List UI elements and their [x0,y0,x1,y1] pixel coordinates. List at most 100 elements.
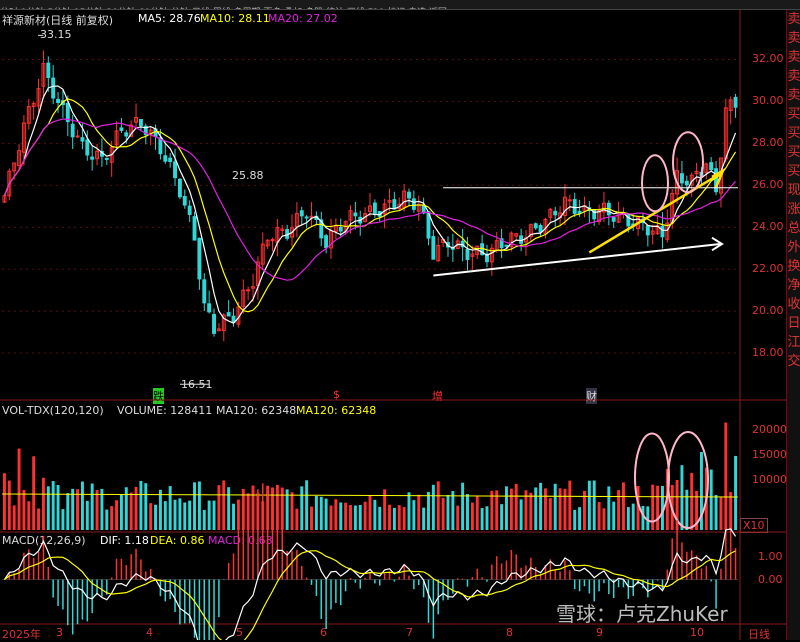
volume-bar [129,492,133,530]
volume-bar [344,502,348,530]
volume-bar [168,486,172,530]
volume-bar [714,495,718,530]
volume-bar [295,508,299,530]
volume-bar [173,499,177,530]
volume-bar [592,480,596,530]
sidebar-item[interactable]: 交 [787,352,800,371]
sidebar-item[interactable]: 涨 [787,200,800,219]
volume-bar [607,486,611,530]
volume-bar [553,483,557,530]
candle-body [104,157,109,160]
volume-bar [197,481,201,530]
sidebar-item[interactable]: 外 [787,238,800,257]
volume-bar [690,472,694,530]
candle-body [407,191,411,199]
volume-bar [300,486,304,530]
volume-bar [621,482,625,530]
volume-bar [680,465,684,530]
volume-bar [217,485,221,530]
volume-bar [124,487,128,530]
volume-bar [422,507,426,530]
sidebar-item[interactable]: 卖 [787,48,800,67]
volume-bar [280,487,284,530]
candle-body [709,162,714,171]
sidebar-item[interactable]: 日 [787,314,800,333]
volume-bar [597,502,601,530]
volume-bar [305,480,309,530]
volume-bar [734,455,738,530]
volume-bar [212,500,216,530]
sidebar-item[interactable]: 卖 [787,29,800,48]
volume-bar [500,504,504,530]
sidebar-item[interactable]: 现 [787,181,800,200]
volume-bar [7,480,11,530]
candle-body [411,198,416,210]
sidebar-item[interactable]: 卖 [787,10,800,29]
candle-body [168,157,173,163]
volume-bar [602,508,606,530]
sidebar-item[interactable]: 卖 [787,86,800,105]
volume-bar [134,486,138,530]
volume-bar [105,509,109,530]
volume-bar [587,480,591,530]
volume-bar [397,505,401,530]
volume-bar [227,487,231,530]
candle-body [645,225,650,236]
volume-bar [66,493,70,530]
candle-body [567,199,572,202]
volume-bar [149,503,153,530]
candle-body [124,132,129,137]
candle-body [465,248,470,260]
candle-body [138,119,143,127]
volume-bar [100,488,104,530]
candle-body [202,279,207,304]
volume-bar [144,483,148,530]
volume-bar [139,480,143,530]
candle-body [684,180,689,186]
candle-body [611,217,616,222]
sidebar-item[interactable]: 收 [787,295,800,314]
candle-body [192,216,197,241]
candle-body [80,137,85,142]
candle-body [372,202,377,215]
volume-bar [353,505,357,530]
sidebar-item[interactable]: 总 [787,219,800,238]
candle-body [173,161,177,179]
volume-bar [431,484,435,530]
candle-body [246,289,251,292]
volume-bar [578,507,582,530]
volume-bar [71,488,75,530]
sidebar-item[interactable]: 卖 [787,67,800,86]
sidebar-item[interactable]: 换 [787,257,800,276]
macd-dif-line [3,528,737,640]
volume-bar [719,497,723,530]
volume-bar [41,477,45,530]
sidebar-item[interactable]: 买 [787,105,800,124]
volume-bar [441,497,445,530]
sidebar-item[interactable]: 买 [787,124,800,143]
candle-body [304,216,309,219]
volume-bar [402,507,406,530]
volume-bar [232,503,235,530]
volume-bar [485,506,489,530]
volume-bar [505,486,508,530]
volume-bar [626,507,630,530]
volume-bar [51,481,55,530]
volume-bar [534,487,538,530]
candle-body [187,205,192,215]
volume-bar [709,469,713,530]
candle-body [324,235,329,249]
sidebar-item[interactable]: 净 [787,276,800,295]
volume-bar [183,502,187,530]
sidebar-item[interactable]: 江 [787,333,800,352]
volume-bar [412,500,416,530]
candle-body [51,77,56,99]
candle-body [553,210,558,216]
candle-body [212,314,216,334]
volume-bar [358,504,362,530]
volume-bar [154,504,157,530]
sidebar-item[interactable]: 买 [787,143,800,162]
sidebar-item[interactable]: 买 [787,162,800,181]
volume-bar [558,488,562,530]
volume-bar [290,492,294,530]
